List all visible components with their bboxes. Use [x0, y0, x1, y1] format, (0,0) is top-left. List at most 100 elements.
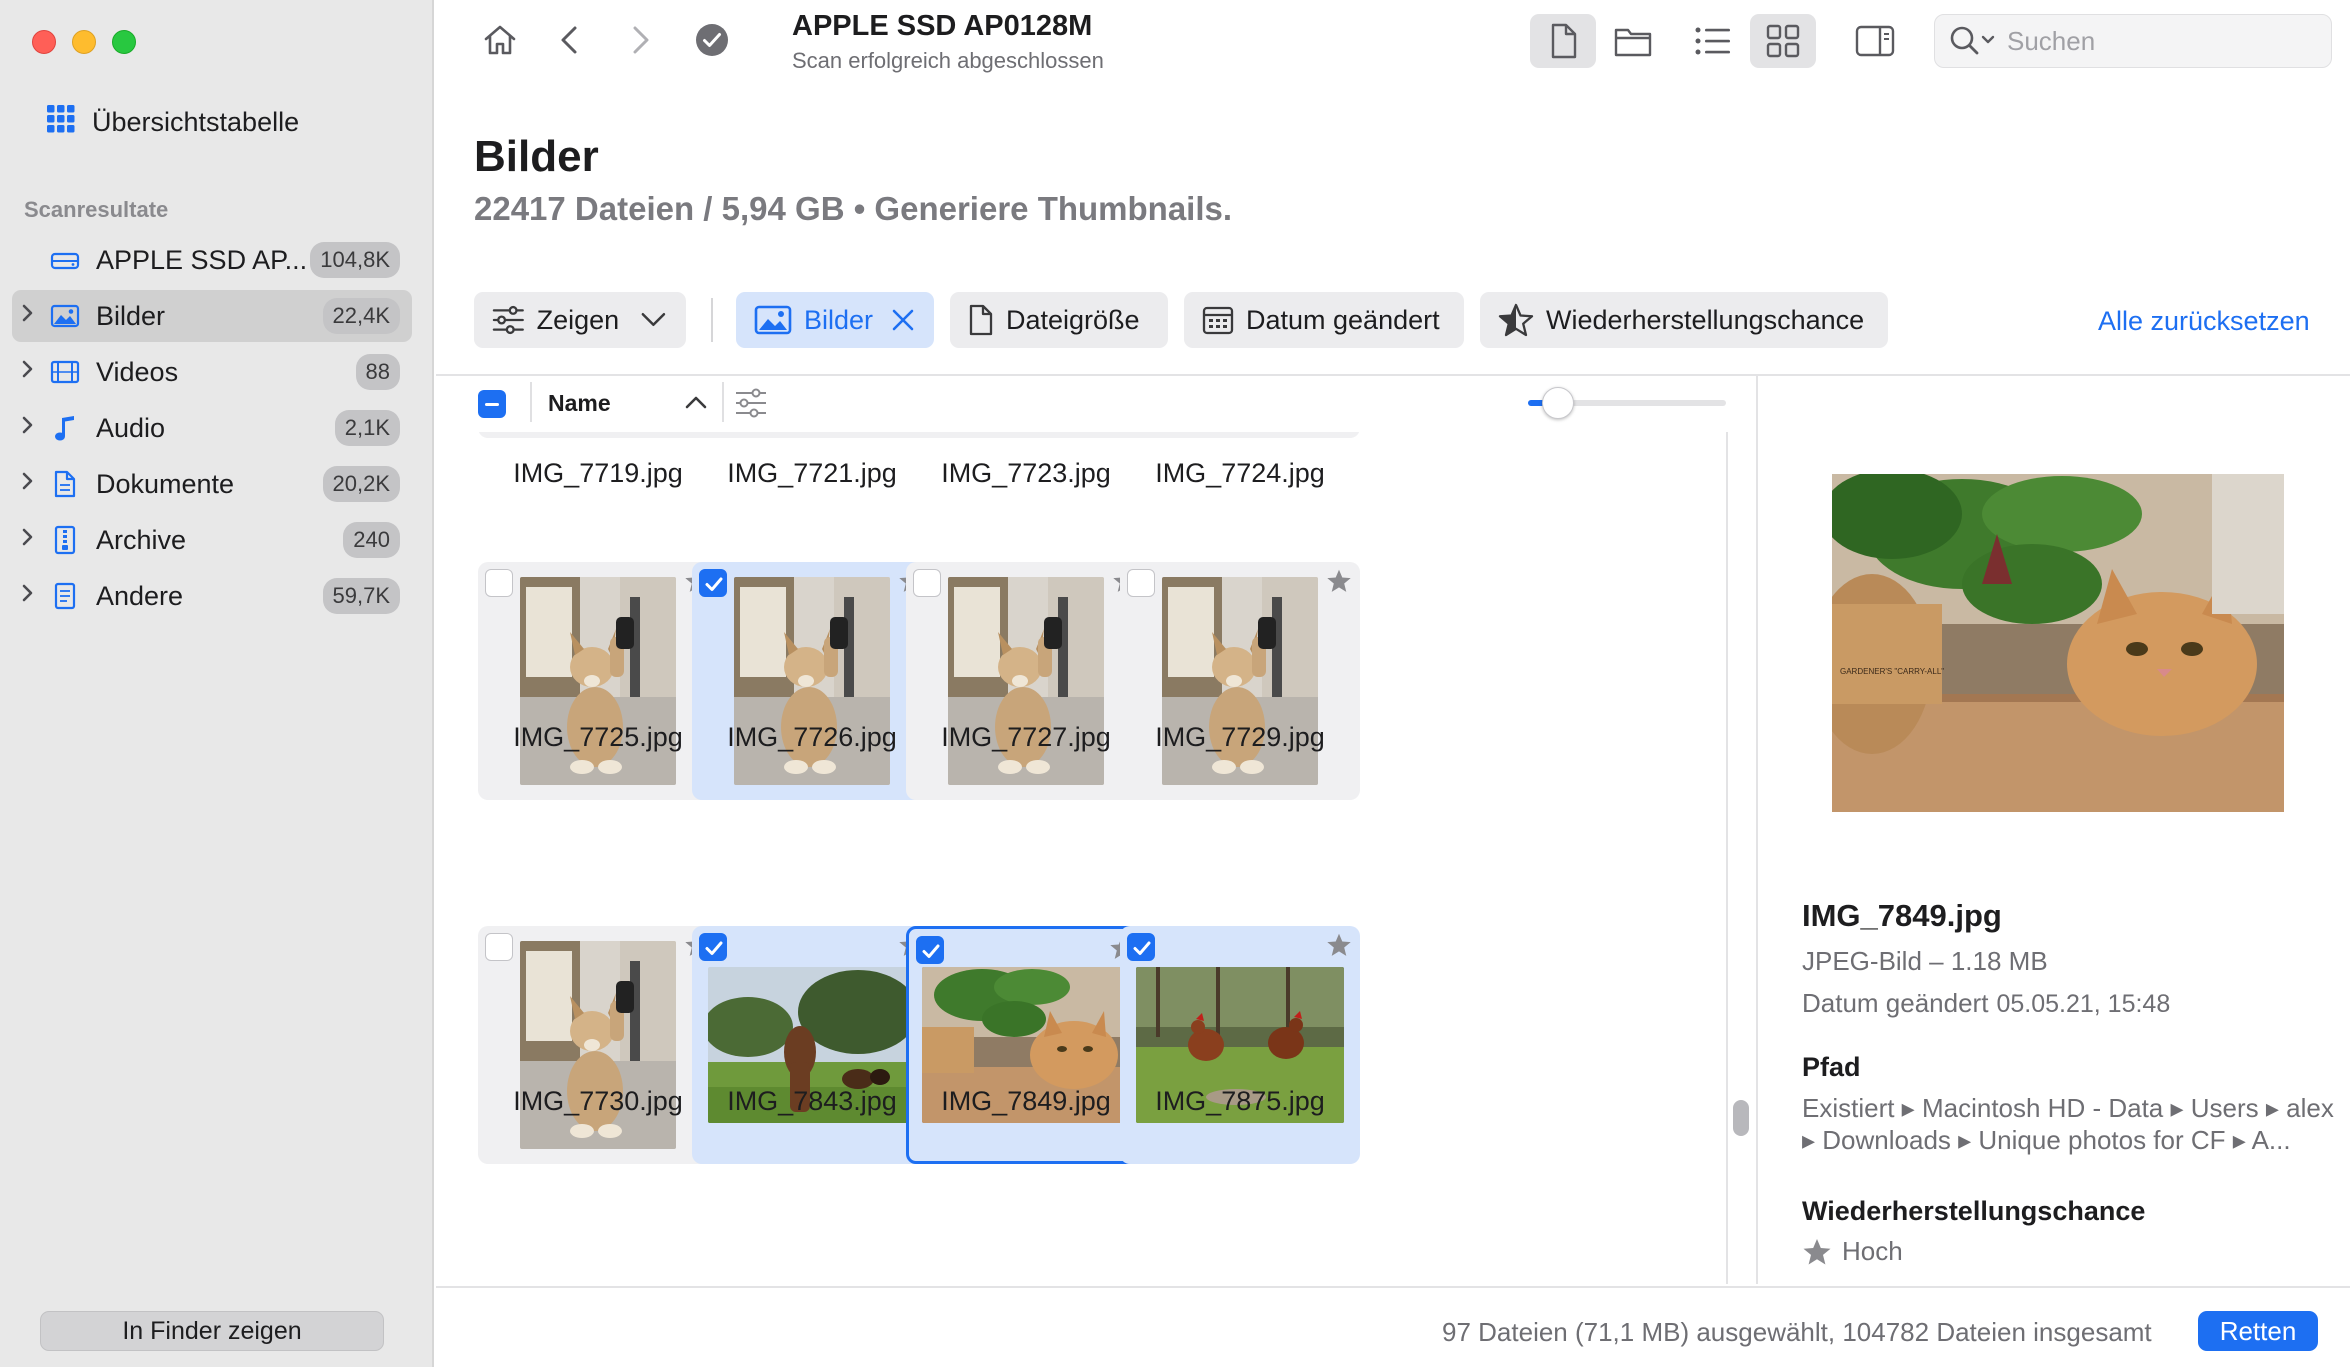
recover-button[interactable]: Retten — [2198, 1311, 2318, 1351]
grid-scrollbar-thumb[interactable] — [1733, 1100, 1749, 1136]
detail-filename: IMG_7849.jpg — [1802, 898, 2002, 933]
list-icon — [1695, 27, 1730, 55]
filter-separator — [436, 374, 2350, 376]
show-filter-dropdown[interactable]: Zeigen — [474, 292, 686, 348]
file-tile[interactable] — [1120, 432, 1360, 438]
detail-path-heading: Pfad — [1802, 1052, 1861, 1082]
file-tile[interactable] — [692, 432, 932, 438]
sidebar: Übersichtstabelle Scanresultate APPLE SS… — [0, 0, 434, 1367]
file-thumbnail — [948, 577, 1104, 785]
preview-panel-toggle[interactable] — [1842, 14, 1908, 68]
chevron-right-icon[interactable] — [12, 527, 44, 553]
recovery-chance-filter-button[interactable]: Wiederherstellungschance — [1480, 292, 1888, 348]
star-icon — [1326, 568, 1352, 599]
minimize-window-button[interactable] — [72, 30, 96, 54]
file-checkbox[interactable] — [1127, 569, 1155, 597]
folder-view-button[interactable] — [1600, 14, 1666, 68]
select-all-checkbox[interactable] — [478, 390, 506, 418]
grid-view-button[interactable] — [1750, 14, 1816, 68]
file-tile[interactable] — [906, 432, 1146, 438]
file-tile[interactable] — [906, 562, 1146, 800]
chevron-right-icon[interactable] — [12, 359, 44, 385]
sidebar-item-label: Dokumente — [96, 468, 235, 499]
forward-button[interactable] — [618, 18, 662, 62]
sliders-icon — [492, 305, 524, 335]
file-checkbox[interactable] — [485, 569, 513, 597]
show-in-finder-button[interactable]: In Finder zeigen — [40, 1311, 384, 1351]
home-icon — [484, 25, 516, 55]
sidebar-item-label: Archive — [96, 524, 187, 555]
file-tile[interactable] — [906, 926, 1146, 1164]
back-button[interactable] — [548, 18, 592, 62]
file-tile[interactable] — [1120, 562, 1360, 800]
thumbnail-size-slider-handle[interactable] — [1541, 387, 1574, 419]
file-checkbox[interactable] — [916, 936, 944, 964]
chevron-down-icon — [641, 312, 666, 327]
file-checkbox[interactable] — [699, 569, 727, 597]
date-filter-label: Datum geändert — [1246, 304, 1440, 335]
chevron-right-icon[interactable] — [12, 415, 44, 441]
sidebar-item-videos[interactable]: Videos 88 — [12, 346, 412, 398]
file-tile[interactable] — [478, 926, 718, 1164]
images-filter-label: Bilder — [804, 304, 874, 335]
file-tile[interactable] — [478, 562, 718, 800]
column-settings-icon[interactable] — [734, 386, 768, 425]
file-checkbox[interactable] — [1127, 933, 1155, 961]
list-view-button[interactable] — [1680, 14, 1746, 68]
file-tile[interactable] — [692, 926, 932, 1164]
search-field[interactable] — [1934, 14, 2332, 68]
sidebar-overview-item[interactable]: Übersichtstabelle — [46, 104, 299, 140]
file-tile-name: IMG_7875.jpg — [1155, 1086, 1325, 1116]
sidebar-item-bilder[interactable]: Bilder 22,4K — [12, 290, 412, 342]
date-filter-button[interactable]: Datum geändert — [1184, 292, 1464, 348]
sort-ascending-icon[interactable] — [684, 392, 708, 417]
file-icon — [48, 581, 82, 611]
file-checkbox[interactable] — [913, 569, 941, 597]
images-filter-chip[interactable]: Bilder — [736, 292, 934, 348]
star-icon — [1326, 932, 1352, 963]
file-tile[interactable] — [478, 432, 718, 438]
grid-scrollbar-track[interactable] — [1726, 432, 1728, 1284]
page-title: Bilder — [474, 132, 599, 181]
zoom-window-button[interactable] — [112, 30, 136, 54]
reset-all-link[interactable]: Alle zurücksetzen — [2098, 306, 2310, 337]
sidebar-section-title: Scanresultate — [24, 197, 169, 222]
sidebar-overview-label: Übersichtstabelle — [92, 106, 300, 137]
file-tile-name: IMG_7849.jpg — [941, 1086, 1111, 1116]
file-thumbnail — [1162, 577, 1318, 785]
preview-image: GARDENER'S "CARRY-ALL" — [1832, 474, 2284, 812]
chevron-right-icon[interactable] — [12, 583, 44, 609]
chevron-right-icon[interactable] — [12, 303, 44, 329]
filter-divider — [711, 298, 713, 342]
files-view-button[interactable] — [1530, 14, 1596, 68]
file-checkbox[interactable] — [485, 933, 513, 961]
sidebar-item-count: 240 — [343, 522, 400, 558]
sidebar-item-dokumente[interactable]: Dokumente 20,2K — [12, 458, 412, 510]
close-window-button[interactable] — [32, 30, 56, 54]
file-tile[interactable] — [1120, 926, 1360, 1164]
sidebar-item-count: 2,1K — [334, 410, 400, 446]
sidebar-item-audio[interactable]: Audio 2,1K — [12, 402, 412, 454]
image-icon — [754, 305, 792, 335]
search-input[interactable] — [2007, 25, 2327, 57]
filesize-filter-button[interactable]: Dateigröße — [950, 292, 1168, 348]
file-thumbnail — [520, 941, 676, 1149]
sidebar-item-label: APPLE SSD AP... — [96, 244, 308, 275]
detail-chance-value: Hoch — [1842, 1236, 1903, 1266]
close-icon — [892, 309, 914, 331]
name-column-header[interactable]: Name — [548, 390, 611, 417]
sidebar-item-count: 22,4K — [322, 298, 400, 334]
home-button[interactable] — [478, 18, 522, 62]
chevron-right-icon — [633, 26, 649, 54]
sidebar-item-archive[interactable]: Archive 240 — [12, 514, 412, 566]
file-tile[interactable] — [692, 562, 932, 800]
detail-date-value: 05.05.21, 15:48 — [1996, 990, 2171, 1018]
sidebar-item-count: 88 — [355, 354, 400, 390]
sidebar-item-apple-ssd-ap[interactable]: APPLE SSD AP... 104,8K — [12, 234, 412, 286]
toolbar: APPLE SSD AP0128M Scan erfolgreich abges… — [436, 0, 2350, 84]
sidebar-item-andere[interactable]: Andere 59,7K — [12, 570, 412, 622]
file-tile-name: IMG_7725.jpg — [513, 722, 683, 752]
file-checkbox[interactable] — [699, 933, 727, 961]
preview-panel-divider[interactable] — [1756, 376, 1758, 1284]
chevron-right-icon[interactable] — [12, 471, 44, 497]
